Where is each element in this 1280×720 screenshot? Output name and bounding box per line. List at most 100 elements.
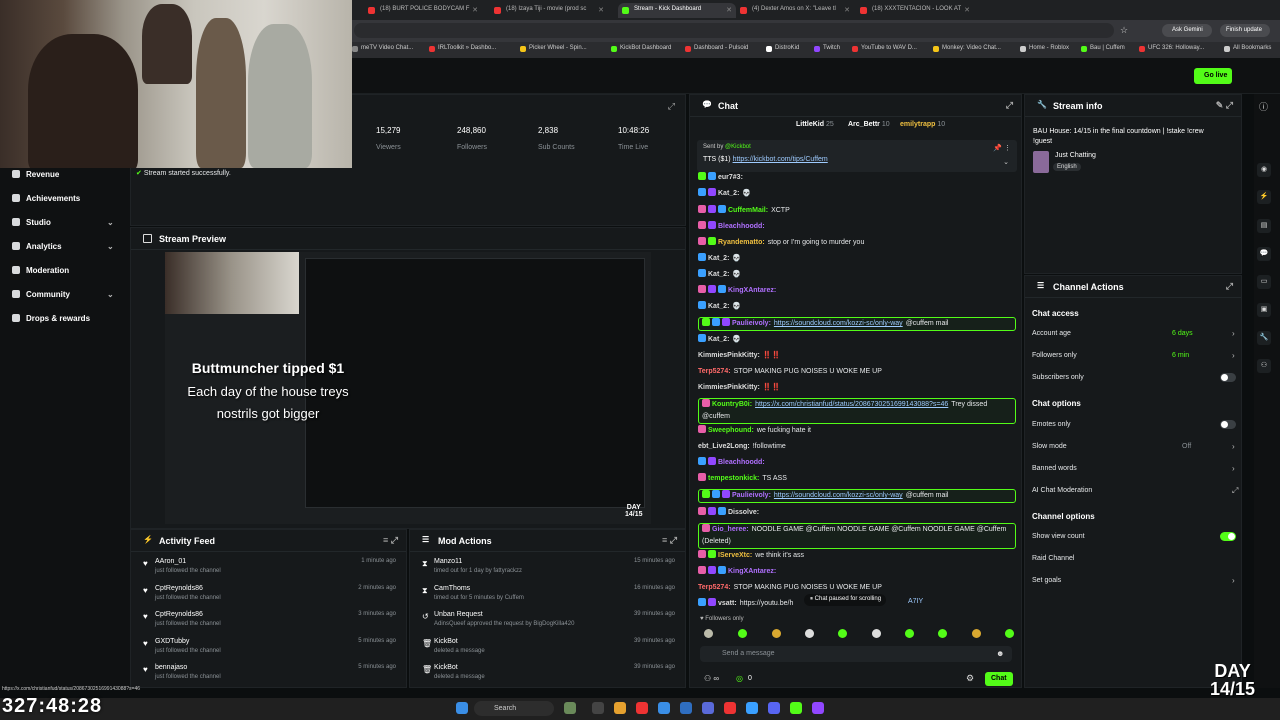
taskbar-app-icon[interactable] (812, 702, 824, 714)
taskbar-app-icon[interactable] (702, 702, 714, 714)
chat-link[interactable]: https://soundcloud.com/kozzi-sc/only-way (774, 492, 903, 499)
chat-username[interactable]: KimmiesPinkKitty: (698, 384, 760, 391)
rail-icon[interactable]: ◉ (1257, 163, 1271, 177)
chat-username[interactable]: ebt_Live2Long: (698, 443, 750, 450)
sidebar-item[interactable]: Revenue (12, 170, 59, 179)
rail-icon[interactable]: 💬 (1257, 247, 1271, 261)
emote-icon[interactable] (938, 629, 947, 638)
chat-username[interactable]: Terp5274: (698, 368, 731, 375)
chat-username[interactable]: Kat_2: (708, 271, 729, 278)
browser-tab[interactable]: (4) Dexter Amos on X: "Leave tl ✕ (736, 3, 854, 18)
activity-user[interactable]: CptReynolds86 (155, 611, 203, 618)
rail-icon[interactable]: ⚇ (1257, 359, 1271, 373)
bookmark-item[interactable]: IRLToolkit » Dashbo... (429, 45, 496, 52)
chevron-down-icon[interactable]: ⌄ (107, 290, 114, 299)
channel-action-row[interactable]: Account age 6 days (1032, 330, 1193, 337)
chat-username[interactable]: IServeXtc: (718, 552, 752, 559)
chat-username[interactable]: Kat_2: (718, 190, 739, 197)
chevron-down-icon[interactable]: ⌄ (107, 218, 114, 227)
emote-icon[interactable] (972, 629, 981, 638)
chat-username[interactable]: Terp5274: (698, 584, 731, 591)
taskbar-app-icon[interactable] (636, 702, 648, 714)
chat-link[interactable]: https://soundcloud.com/kozzi-sc/only-way (774, 320, 903, 327)
bookmark-item[interactable]: Dashboard - Pulsoid (685, 45, 748, 52)
taskbar-app-icon[interactable] (614, 702, 626, 714)
channel-action-row[interactable]: Subscribers only (1032, 374, 1084, 381)
chat-username[interactable]: KingXAntarez: (728, 568, 776, 575)
bookmark-item[interactable]: meTV Video Chat... (352, 45, 413, 52)
toggle-switch[interactable] (1220, 373, 1236, 382)
go-live-button[interactable]: Go live (1194, 68, 1232, 84)
mod-action-name[interactable]: KickBot (434, 664, 458, 671)
emoji-icon[interactable]: ☻ (996, 649, 1004, 658)
channel-action-row[interactable]: Followers only 6 min (1032, 352, 1189, 359)
chat-username[interactable]: Paulieivoly: (732, 492, 771, 499)
mod-action-name[interactable]: CamThoms (434, 585, 470, 592)
chat-username[interactable]: KingXAntarez: (728, 287, 776, 294)
emote-icon[interactable] (872, 629, 881, 638)
users-icon[interactable]: ⚇ ∞ (704, 674, 719, 683)
chat-username[interactable]: vsatt: (718, 600, 737, 607)
chat-username[interactable]: KimmiesPinkKitty: (698, 352, 760, 359)
bookmark-item[interactable]: YouTube to WAV D... (852, 45, 917, 52)
emote-icon[interactable] (805, 629, 814, 638)
mod-action-name[interactable]: Unban Request (434, 611, 483, 618)
channel-action-row[interactable]: Emotes only (1032, 421, 1071, 428)
chevron-right-icon[interactable]: › (1232, 576, 1235, 585)
close-icon[interactable]: ✕ (844, 6, 850, 14)
rail-icon[interactable]: 🔧 (1257, 331, 1271, 345)
chat-username[interactable]: tempestonkick: (708, 475, 759, 482)
emote-icon[interactable] (905, 629, 914, 638)
channel-action-row[interactable]: Show view count (1032, 533, 1085, 540)
taskbar-app-icon[interactable] (724, 702, 736, 714)
emote-icon[interactable] (838, 629, 847, 638)
popout-icon[interactable]: ⤢ (1006, 100, 1013, 111)
bookmark-item[interactable]: Twitch (814, 45, 840, 52)
rail-icon[interactable]: ⚡ (1257, 190, 1271, 204)
chat-username[interactable]: Paulieivoly: (732, 320, 771, 327)
chat-username[interactable]: CuffemMail: (728, 207, 768, 214)
bookmark-item[interactable]: UFC 326: Holloway... (1139, 45, 1204, 52)
bookmark-item[interactable]: Picker Wheel - Spin... (520, 45, 587, 52)
rail-icon[interactable]: ▣ (1257, 303, 1271, 317)
popout-icon[interactable]: ⤢ (1226, 281, 1233, 292)
chat-username[interactable]: Gio_heree: (712, 526, 749, 533)
browser-tab[interactable]: Stream - Kick Dashboard ✕ (618, 3, 736, 18)
filter-icon[interactable]: ≡ ⤢ (383, 535, 398, 546)
chevron-right-icon[interactable]: › (1232, 351, 1235, 360)
chat-username[interactable]: Kat_2: (708, 255, 729, 262)
chat-username[interactable]: KountryB0i: (712, 401, 752, 408)
bookmark-item[interactable]: Monkey: Video Chat... (933, 45, 1001, 52)
edit-icon[interactable]: ✎ ⤢ (1216, 100, 1233, 111)
activity-user[interactable]: CptReynolds86 (155, 585, 203, 592)
star-icon[interactable]: ☆ (1120, 25, 1128, 36)
chat-username[interactable]: Ryandematto: (718, 239, 765, 246)
close-icon[interactable]: ✕ (726, 6, 732, 14)
channel-action-row[interactable]: Slow mode Off (1032, 443, 1191, 450)
chevron-down-icon[interactable]: ⌄ (1003, 158, 1009, 166)
chat-username[interactable]: Kat_2: (708, 303, 729, 310)
channel-action-row[interactable]: Raid Channel (1032, 555, 1074, 562)
chat-username[interactable]: eur7#3: (718, 174, 743, 181)
mod-action-name[interactable]: KickBot (434, 638, 458, 645)
activity-user[interactable]: AAron_01 (155, 558, 186, 565)
sidebar-item[interactable]: Analytics ⌄ (12, 242, 114, 251)
chat-username[interactable]: Sweephound: (708, 427, 754, 434)
taskbar-search[interactable]: Search (474, 701, 554, 716)
pin-icon[interactable]: 📌 ⋮ (993, 144, 1011, 152)
chat-username[interactable]: Bleachhoodd: (718, 223, 765, 230)
taskbar-app-icon[interactable] (658, 702, 670, 714)
chevron-right-icon[interactable]: › (1232, 329, 1235, 338)
ask-gemini-button[interactable]: Ask Gemini (1162, 24, 1212, 37)
send-message-input[interactable]: Send a message (700, 646, 1012, 662)
sidebar-item[interactable]: Moderation (12, 266, 69, 275)
toggle-switch[interactable] (1220, 420, 1236, 429)
close-icon[interactable]: ✕ (598, 6, 604, 14)
activity-user[interactable]: bennajaso (155, 664, 187, 671)
bookmark-item[interactable]: DistroKid (766, 45, 799, 52)
browser-tab[interactable]: (18) XXXTENTACION - LOOK AT ✕ (856, 3, 974, 18)
close-icon[interactable]: ✕ (472, 6, 478, 14)
taskbar-app-icon[interactable] (790, 702, 802, 714)
settings-gear-icon[interactable]: ⚙ (966, 673, 974, 684)
taskbar-app-icon[interactable] (564, 702, 576, 714)
